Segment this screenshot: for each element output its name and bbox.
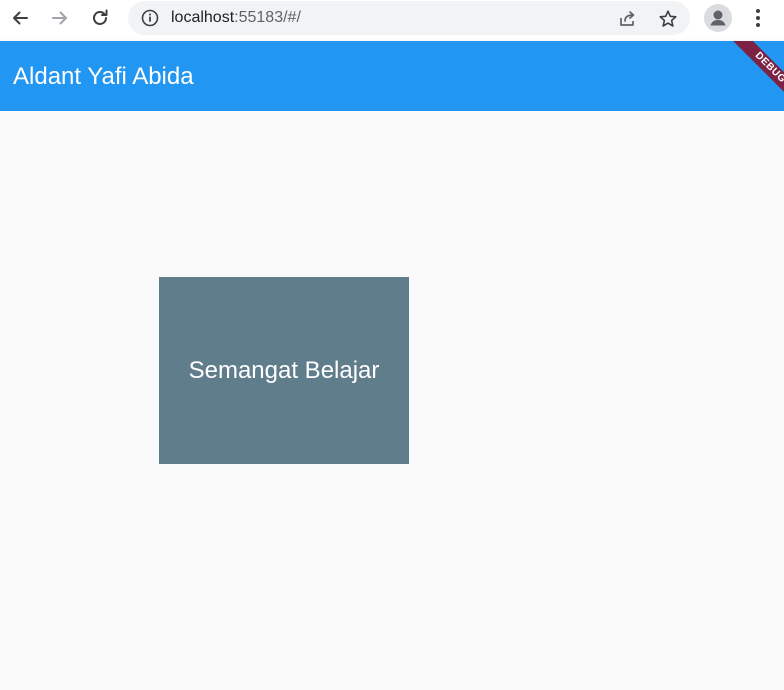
reload-icon [93, 9, 108, 25]
app-title: Aldant Yafi Abida [13, 63, 194, 90]
address-bar[interactable]: localhost:55183/#/ [128, 1, 690, 35]
arrow-left-icon [13, 11, 28, 25]
motivation-card: Semangat Belajar [159, 277, 409, 464]
star-icon[interactable] [657, 8, 679, 30]
person-icon [710, 10, 726, 26]
back-button[interactable] [5, 5, 35, 31]
reload-button[interactable] [85, 5, 115, 31]
profile-button[interactable] [704, 4, 732, 32]
forward-button[interactable] [45, 5, 75, 31]
kebab-menu-icon [756, 9, 760, 27]
url-text[interactable]: localhost:55183/#/ [171, 9, 301, 27]
app-bar: Aldant Yafi Abida [0, 41, 784, 111]
debug-banner: DEBUG [712, 41, 784, 113]
debug-label: DEBUG [729, 41, 784, 109]
card-text: Semangat Belajar [188, 356, 380, 384]
browser-menu-button[interactable] [748, 6, 768, 30]
share-icon[interactable] [617, 8, 639, 30]
url-path: :55183/#/ [234, 9, 301, 26]
browser-toolbar: localhost:55183/#/ [0, 0, 784, 41]
info-icon[interactable] [141, 9, 159, 27]
arrow-right-icon [52, 11, 67, 25]
page-body: Semangat Belajar [0, 111, 784, 690]
url-host: localhost [171, 9, 235, 26]
